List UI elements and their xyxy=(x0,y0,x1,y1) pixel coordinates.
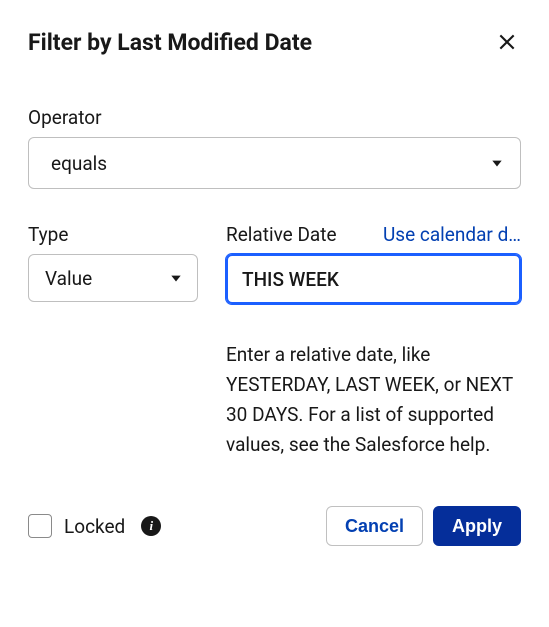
dialog-title: Filter by Last Modified Date xyxy=(28,29,312,56)
type-value: Value xyxy=(45,267,92,290)
close-button[interactable] xyxy=(493,28,521,56)
relative-date-label: Relative Date xyxy=(226,223,337,246)
dialog-footer: Locked i Cancel Apply xyxy=(28,506,521,546)
operator-value: equals xyxy=(51,152,107,175)
locked-label: Locked xyxy=(64,515,125,538)
operator-select[interactable]: equals xyxy=(28,137,521,189)
type-label: Type xyxy=(28,223,198,246)
info-icon[interactable]: i xyxy=(141,516,161,536)
relative-date-help: Enter a relative date, like YESTERDAY, L… xyxy=(226,340,521,460)
type-relative-row: Type Value Relative Date Use calendar d…… xyxy=(28,223,521,460)
chevron-down-icon xyxy=(169,271,183,285)
locked-group: Locked i xyxy=(28,514,316,538)
type-select[interactable]: Value xyxy=(28,254,198,302)
apply-button[interactable]: Apply xyxy=(433,506,521,546)
relative-date-input[interactable] xyxy=(226,254,521,304)
close-icon xyxy=(497,40,517,55)
cancel-button[interactable]: Cancel xyxy=(326,506,423,546)
use-calendar-link[interactable]: Use calendar d… xyxy=(383,223,521,246)
operator-field: Operator equals xyxy=(28,106,521,189)
locked-checkbox[interactable] xyxy=(28,514,52,538)
relative-date-field: Relative Date Use calendar d… Enter a re… xyxy=(226,223,521,460)
chevron-down-icon xyxy=(490,156,504,170)
operator-label: Operator xyxy=(28,106,521,129)
type-field: Type Value xyxy=(28,223,198,302)
dialog-header: Filter by Last Modified Date xyxy=(28,28,521,56)
